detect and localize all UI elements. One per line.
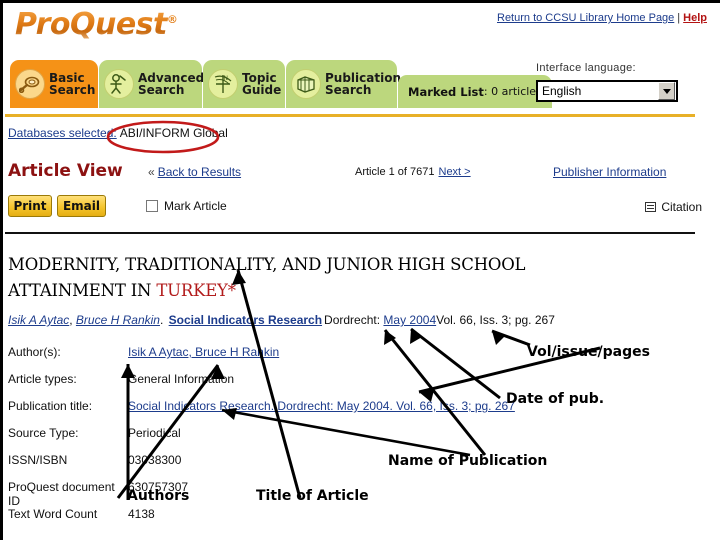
proquest-article-view-page: ProQuest® Return to CCSU Library Home Pa… — [0, 0, 720, 540]
annotation-arrowhead-date — [410, 329, 422, 344]
tab-topic-guide-label: Topic Guide — [242, 70, 282, 97]
return-to-library-link[interactable]: Return to CCSU Library Home Page — [497, 12, 674, 24]
table-row: Author(s): Isik A Aytac, Bruce H Rankin — [8, 345, 568, 372]
citation-journal-link[interactable]: Social Indicators Research — [167, 313, 324, 327]
books-stack-icon — [291, 69, 321, 99]
person-search-icon — [104, 69, 134, 99]
meta-key: ISSN/ISBN — [8, 453, 68, 467]
meta-value: Social Indicators Research. Dordrecht: M… — [128, 399, 515, 413]
marked-list-count: : 0 articles — [483, 85, 542, 98]
proquest-logo: ProQuest® — [15, 7, 177, 42]
chevron-left-icon: « — [148, 165, 155, 179]
tab-advanced-search[interactable]: Advanced Search — [99, 60, 205, 108]
interface-language-select[interactable]: English — [536, 80, 678, 102]
article-counter-text: Article 1 of 7671 — [355, 166, 435, 178]
meta-value-link[interactable]: Isik A Aytac, Bruce H Rankin — [128, 345, 279, 359]
citation-label: Citation — [661, 200, 702, 214]
citation-comma-1: , — [69, 313, 76, 327]
logo-text: ProQuest — [15, 7, 167, 42]
meta-key: Text Word Count — [8, 507, 98, 521]
article-counter: Article 1 of 7671 Next > — [355, 166, 471, 178]
chevron-down-icon[interactable] — [658, 82, 675, 100]
meta-value: General Information — [128, 372, 235, 386]
interface-language-value: English — [542, 84, 582, 98]
meta-value-link[interactable]: Social Indicators Research. Dordrecht: M… — [128, 399, 515, 413]
meta-key: Publication title: — [8, 399, 93, 413]
marked-list-label: Marked List — [408, 84, 484, 99]
article-citation-line: Isik A Aytac, Bruce H Rankin. Social Ind… — [8, 313, 555, 327]
annotation-authors: Authors — [127, 488, 190, 504]
databases-selected-label[interactable]: Databases selected: — [8, 126, 117, 140]
site-header: ProQuest® Return to CCSU Library Home Pa… — [5, 4, 717, 50]
email-button[interactable]: Email — [57, 195, 106, 217]
back-to-results[interactable]: «Back to Results — [148, 165, 241, 179]
meta-value: 4138 — [128, 507, 155, 521]
meta-value: 03038300 — [128, 453, 182, 467]
publisher-information[interactable]: Publisher Information — [553, 165, 666, 179]
annotation-arrow-vol — [491, 329, 531, 347]
tab-topic-guide[interactable]: N Topic Guide — [203, 60, 285, 108]
meta-key: Article types: — [8, 372, 77, 386]
table-row: Text Word Count 4138 — [8, 507, 568, 534]
mark-article-checkbox[interactable] — [146, 200, 158, 212]
annotation-arrowhead-publication-2 — [384, 330, 396, 345]
table-row: Article types: General Information — [8, 372, 568, 399]
databases-selected-row: Databases selected: ABI/INFORM Global — [8, 126, 228, 140]
article-title: MODERNITY, TRADITIONALITY, AND JUNIOR HI… — [8, 252, 608, 304]
citation-action[interactable]: Citation — [645, 200, 702, 214]
citation-author-1-link[interactable]: Isik A Aytac — [8, 313, 69, 327]
annotation-arrowhead-vol — [492, 331, 505, 345]
annotation-name-of-publication: Name of Publication — [388, 453, 548, 469]
marked-list-tab[interactable]: Marked List: 0 articles — [398, 75, 552, 108]
next-article-link[interactable]: Next > — [435, 166, 471, 178]
meta-key: Source Type: — [8, 426, 79, 440]
tab-basic-search-label: Basic Search — [49, 70, 96, 97]
tab-basic-search[interactable]: Basic Search — [10, 60, 98, 108]
tab-publication-search-label: Publication Search — [325, 70, 402, 97]
citation-author-2-link[interactable]: Bruce H Rankin — [76, 313, 160, 327]
interface-language-label: Interface language: — [536, 62, 636, 74]
citation-city: Dordrecht: — [324, 313, 381, 327]
mark-article-control[interactable]: Mark Article — [146, 199, 227, 213]
annotation-vol-issue-pages: Vol/issue/pages — [527, 344, 650, 360]
page-title: Article View — [8, 161, 123, 181]
citation-date-link[interactable]: May 2004 — [383, 313, 436, 327]
databases-selected-value: ABI/INFORM Global — [119, 126, 228, 140]
annotation-title-of-article: Title of Article — [256, 488, 369, 504]
page-left-border — [0, 0, 3, 540]
header-links: Return to CCSU Library Home Page | Help — [497, 12, 707, 24]
table-row: Publication title: Social Indicators Res… — [8, 399, 568, 426]
citation-volume: Vol. 66, Iss. 3; pg. 267 — [436, 313, 555, 327]
help-link[interactable]: Help — [683, 12, 707, 24]
link-separator: | — [677, 12, 681, 24]
meta-key: Author(s): — [8, 345, 61, 359]
page-top-border — [0, 0, 720, 3]
print-button[interactable]: Print — [8, 195, 52, 217]
header-divider — [5, 114, 695, 117]
article-title-main: MODERNITY, TRADITIONALITY, AND JUNIOR HI… — [8, 255, 526, 300]
annotation-date-of-pub: Date of pub. — [506, 391, 605, 407]
table-row: Source Type: Periodical — [8, 426, 568, 453]
article-metadata-table: Author(s): Isik A Aytac, Bruce H Rankin … — [8, 345, 568, 534]
meta-value: Periodical — [128, 426, 181, 440]
meta-value: Isik A Aytac, Bruce H Rankin — [128, 345, 279, 359]
svg-text:N: N — [224, 75, 229, 82]
meta-key: ProQuest document ID — [8, 480, 115, 508]
registered-mark-icon: ® — [166, 13, 178, 26]
citation-period-1: . — [159, 313, 167, 327]
tab-publication-search[interactable]: Publication Search — [286, 60, 401, 108]
mark-article-label: Mark Article — [164, 199, 227, 213]
document-icon — [645, 202, 657, 212]
magnifier-icon — [15, 69, 45, 99]
tab-advanced-search-label: Advanced Search — [138, 70, 205, 97]
article-title-highlight: TURKEY* — [156, 281, 236, 300]
content-divider — [5, 232, 695, 234]
publisher-information-link[interactable]: Publisher Information — [553, 165, 666, 179]
back-to-results-link[interactable]: Back to Results — [158, 165, 241, 179]
compass-icon: N — [208, 69, 238, 99]
